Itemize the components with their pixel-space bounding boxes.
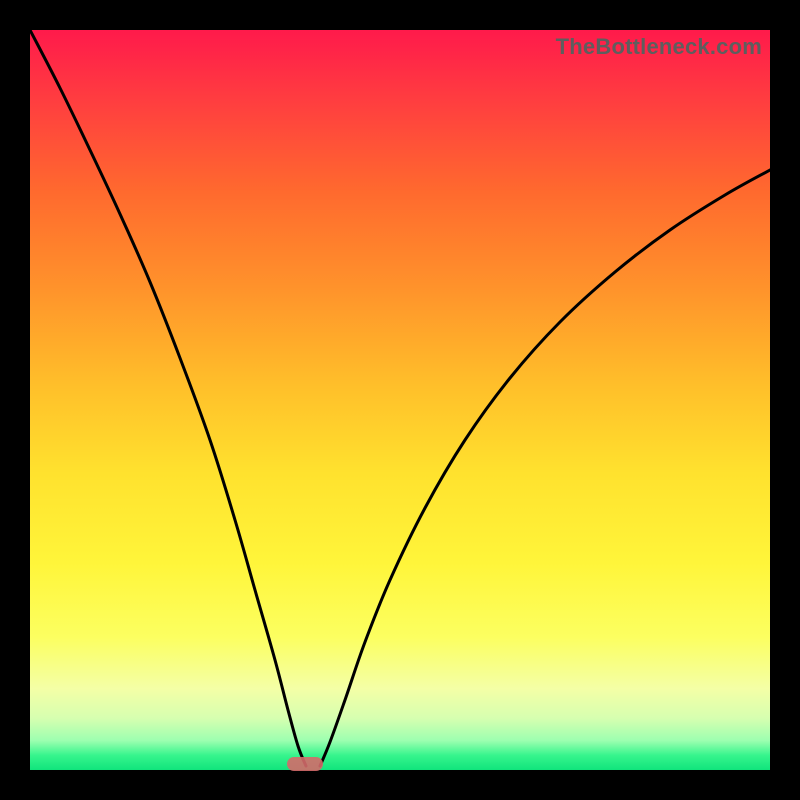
chart-frame: TheBottleneck.com bbox=[0, 0, 800, 800]
plot-area: TheBottleneck.com bbox=[30, 30, 770, 770]
optimum-marker bbox=[287, 757, 323, 771]
bottleneck-curve bbox=[30, 30, 770, 770]
